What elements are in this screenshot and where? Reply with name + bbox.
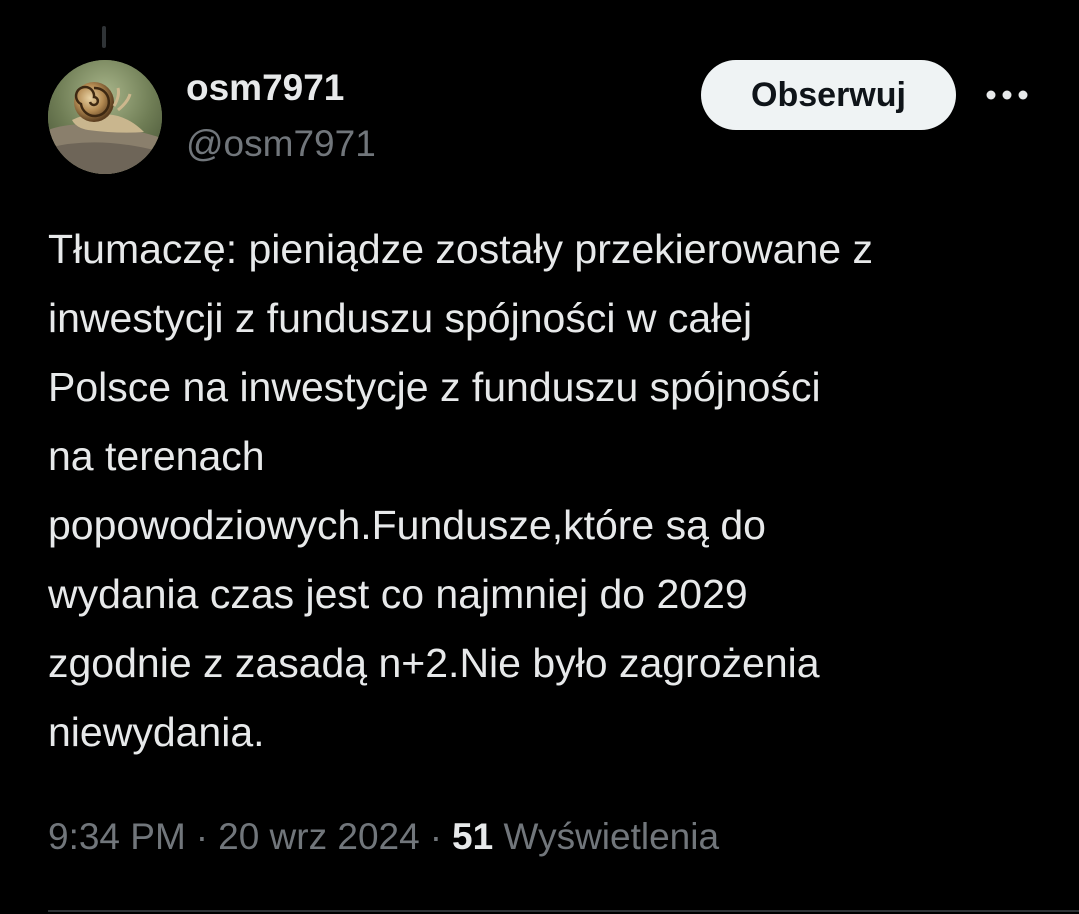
tweet-meta: 9:34 PM · 20 wrz 2024 · 51 Wyświetlenia bbox=[48, 812, 719, 862]
tweet-text: Tłumaczę: pieniądze zostały przekierowan… bbox=[48, 226, 873, 755]
more-horizontal-icon bbox=[986, 90, 1028, 100]
tweet-time[interactable]: 9:34 PM bbox=[48, 816, 186, 857]
follow-button[interactable]: Obserwuj bbox=[701, 60, 956, 130]
divider bbox=[48, 910, 1079, 912]
more-options-button[interactable] bbox=[980, 72, 1034, 118]
views-label: Wyświetlenia bbox=[503, 816, 720, 857]
meta-separator: · bbox=[195, 816, 209, 857]
tweet-date[interactable]: 20 wrz 2024 bbox=[218, 816, 420, 857]
snail-avatar-image bbox=[48, 60, 162, 174]
author-handle[interactable]: @osm7971 bbox=[186, 120, 376, 168]
author-display-name[interactable]: osm7971 bbox=[186, 64, 344, 112]
meta-separator: · bbox=[429, 816, 443, 857]
thread-connector-line bbox=[102, 26, 106, 48]
avatar[interactable] bbox=[48, 60, 162, 174]
views-count: 51 bbox=[452, 816, 494, 857]
